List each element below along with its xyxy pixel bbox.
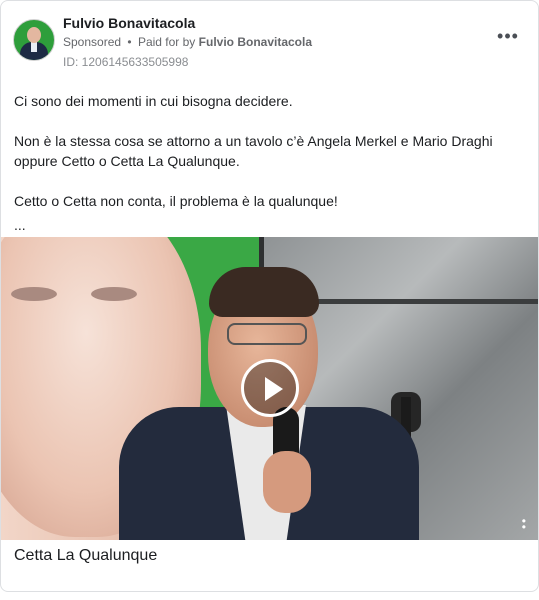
avatar[interactable] [13,19,55,61]
speaker-glasses [227,323,307,345]
avatar-shirt [31,42,37,52]
paid-for-prefix: Paid for by [137,35,196,49]
paid-for-name: Fulvio Bonavitacola [198,35,313,49]
poster-eye [91,287,137,301]
sponsored-label: Sponsored [63,35,122,49]
see-more-ellipsis[interactable]: ... [14,217,526,233]
video-player[interactable]: • • [1,237,538,540]
video-options-icon[interactable]: • • [522,515,526,533]
body-paragraph: Cetto o Cetta non conta, il problema è l… [14,193,338,209]
post-body: Ci sono dei momenti in cui bisogna decid… [14,91,526,233]
play-icon[interactable] [241,359,299,417]
poster-eye [11,287,57,301]
speaker-hand [263,451,311,513]
speaker-hair [209,267,319,317]
post-header: Fulvio Bonavitacola Sponsored • Paid for… [13,13,526,73]
separator-dot: • [127,35,132,49]
more-horizontal-icon[interactable]: ••• [496,27,520,47]
video-caption[interactable]: Cetta La Qualunque [14,547,157,565]
body-paragraph: Ci sono dei momenti in cui bisogna decid… [14,93,293,109]
avatar-head [27,27,41,43]
author-name[interactable]: Fulvio Bonavitacola [63,15,195,31]
ad-id: ID: 1206145633505998 [63,55,189,69]
sponsored-line: Sponsored • Paid for by Fulvio Bonavitac… [63,35,312,49]
body-paragraph: Non è la stessa cosa se attorno a un tav… [14,133,493,169]
ad-card: Fulvio Bonavitacola Sponsored • Paid for… [0,0,539,592]
